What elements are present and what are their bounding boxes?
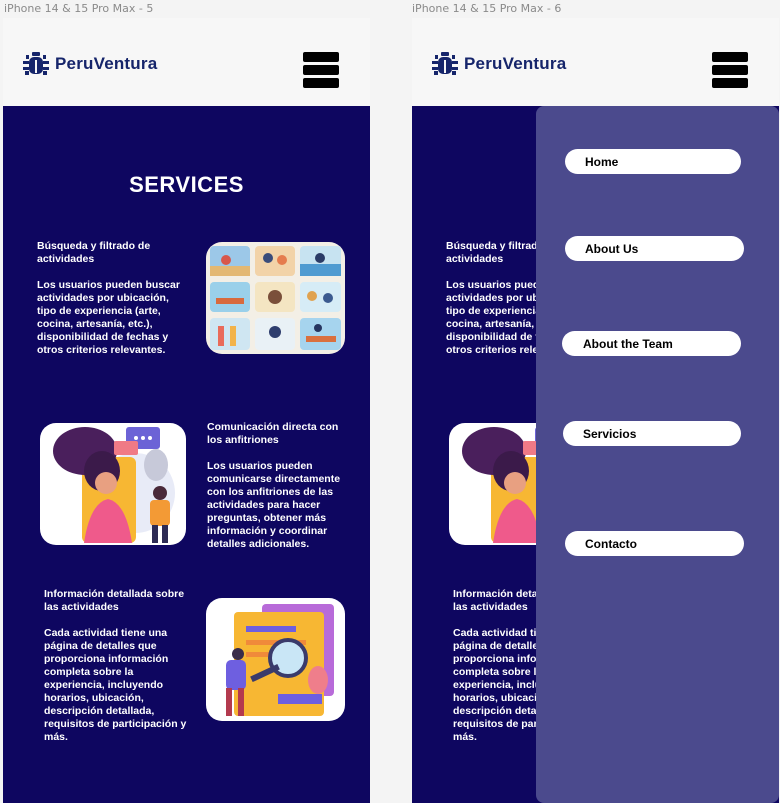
service-description: Cada actividad tiene una página de detal… bbox=[44, 627, 187, 743]
hamburger-menu-icon[interactable] bbox=[712, 52, 748, 88]
magnifier-document-illustration bbox=[206, 598, 345, 721]
frame-label: iPhone 14 & 15 Pro Max - 5 bbox=[4, 2, 154, 15]
bug-icon bbox=[432, 52, 458, 75]
nav-contacto-button[interactable]: Contacto bbox=[565, 531, 744, 556]
hamburger-menu-icon[interactable] bbox=[303, 52, 339, 88]
brand-name: PeruVentura bbox=[464, 54, 567, 73]
activities-grid-illustration bbox=[206, 242, 345, 354]
phone-frame-menu-open: PeruVentura Búsqueda y filtrado de activ… bbox=[412, 18, 779, 803]
phone-frame-services: PeruVentura SERVICES Búsqueda y filtrado… bbox=[3, 18, 370, 803]
service-heading: Búsqueda y filtrado de actividades bbox=[37, 240, 151, 265]
brand-logo[interactable]: PeruVentura bbox=[432, 52, 566, 76]
service-heading: Información detallada sobre las activida… bbox=[44, 588, 185, 613]
nav-drawer: Home About Us About the Team Servicios C… bbox=[536, 106, 779, 803]
nav-about-us-button[interactable]: About Us bbox=[565, 236, 744, 261]
top-header: PeruVentura bbox=[412, 18, 779, 106]
bug-icon bbox=[23, 52, 49, 75]
service-description: Los usuarios pueden comunicarse directam… bbox=[207, 460, 341, 550]
nav-home-button[interactable]: Home bbox=[565, 149, 741, 174]
service-item: Comunicación directa con los anfitriones… bbox=[207, 421, 347, 564]
page-title: SERVICES bbox=[129, 172, 244, 197]
video-chat-illustration bbox=[40, 423, 186, 545]
service-item: Búsqueda y filtrado de actividades Los u… bbox=[37, 240, 187, 370]
service-description: Los usuarios pueden buscar actividades p… bbox=[37, 279, 180, 356]
top-header: PeruVentura bbox=[3, 18, 370, 106]
nav-servicios-button[interactable]: Servicios bbox=[563, 421, 741, 446]
brand-logo[interactable]: PeruVentura bbox=[23, 52, 157, 76]
service-heading: Comunicación directa con los anfitriones bbox=[207, 421, 339, 446]
frame-label: iPhone 14 & 15 Pro Max - 6 bbox=[412, 2, 562, 15]
brand-name: PeruVentura bbox=[55, 54, 158, 73]
nav-about-team-button[interactable]: About the Team bbox=[562, 331, 741, 356]
service-item: Información detallada sobre las activida… bbox=[44, 588, 194, 757]
